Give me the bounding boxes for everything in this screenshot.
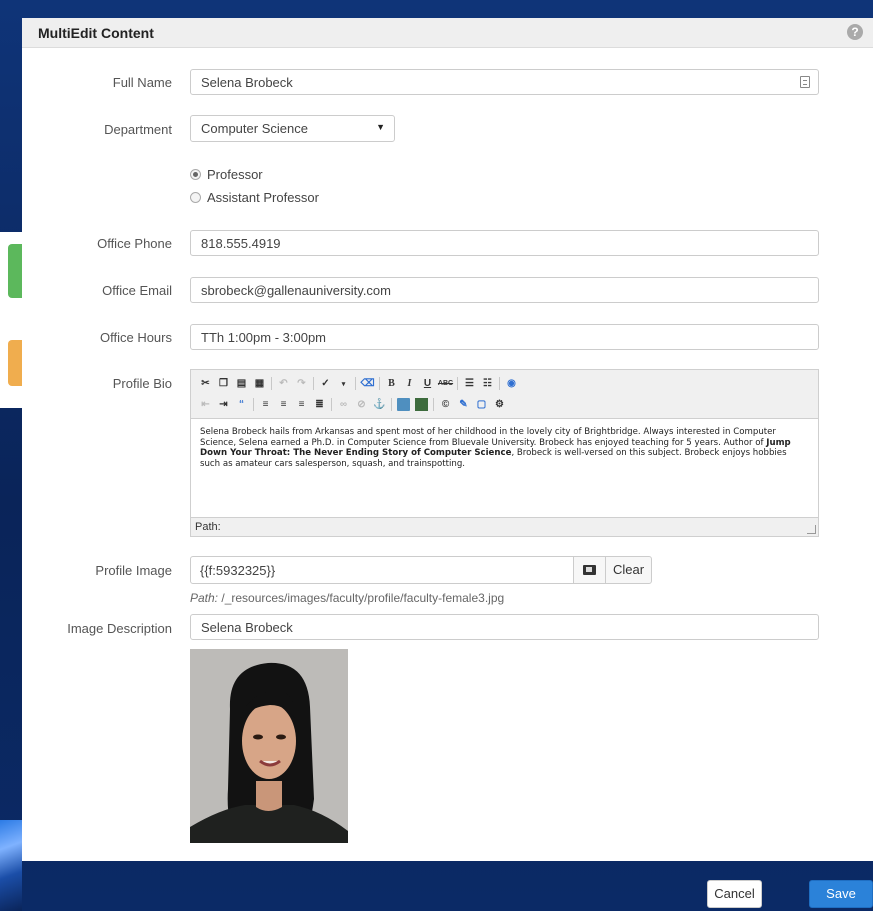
indent-icon[interactable]: ⇥ [217,398,230,411]
profile-image-group: {{f:5932325}} Clear [190,556,652,584]
toolbar-separator [313,377,314,390]
background-orange-tile [8,340,22,386]
toolbar-separator [457,377,458,390]
undo-icon[interactable]: ↶ [277,377,290,390]
strikethrough-icon[interactable]: ABC [438,377,453,390]
eraser-icon[interactable]: ⌫ [360,377,374,390]
toolbar-separator [331,398,332,411]
align-right-icon[interactable]: ≡ [295,398,308,411]
spellcheck-dropdown-icon[interactable]: ▾ [337,377,350,390]
toolbar-separator [271,377,272,390]
full-name-label: Full Name [112,75,172,90]
portrait-illustration [190,649,348,843]
paste-word-icon[interactable]: ▦ [253,377,266,390]
image-description-value: Selena Brobeck [201,620,293,635]
toolbar-separator [391,398,392,411]
clear-image-button[interactable]: Clear [605,556,652,584]
office-hours-value: TTh 1:00pm - 3:00pm [201,330,326,345]
cut-icon[interactable]: ✂ [199,377,212,390]
radio-professor[interactable]: Professor [190,167,263,182]
contact-card-icon[interactable] [800,76,810,88]
editor-toolbar: ✂ ❐ ▤ ▦ ↶ ↷ ✓ ▾ ⌫ B I U ABC ☰ ☷ ◉ ⇤ ⇥ “ … [191,370,818,419]
image-path: Path: /_resources/images/faculty/profile… [190,591,504,605]
unlink-icon[interactable]: ⊘ [355,398,368,411]
toolbar-separator [499,377,500,390]
save-button[interactable]: Save [809,880,873,908]
dropdown-arrow-icon: ▼ [376,122,385,132]
template-icon[interactable]: ⚙ [493,398,506,411]
bio-text-start: Selena Brobeck hails from Arkansas and s… [200,427,776,448]
toolbar-separator [433,398,434,411]
anchor-icon[interactable]: ⚓ [373,398,386,411]
office-hours-input[interactable]: TTh 1:00pm - 3:00pm [190,324,819,350]
image-path-prefix: Path: [190,591,219,605]
underline-icon[interactable]: U [421,377,434,390]
outdent-icon[interactable]: ⇤ [199,398,212,411]
paste-icon[interactable]: ▤ [235,377,248,390]
department-label: Department [104,122,172,137]
align-justify-icon[interactable]: ≣ [313,398,326,411]
office-email-input[interactable]: sbrobeck@gallenauniversity.com [190,277,819,303]
profile-image-value: {{f:5932325}} [200,563,276,578]
department-value: Computer Science [201,121,308,136]
image-path-value: /_resources/images/faculty/profile/facul… [218,591,505,605]
radio-unselected-icon[interactable] [190,192,201,203]
copy-icon[interactable]: ❐ [217,377,230,390]
align-left-icon[interactable]: ≡ [259,398,272,411]
toolbar-separator [253,398,254,411]
insert-media-icon[interactable] [415,398,428,411]
radio-assistant-professor[interactable]: Assistant Professor [190,190,319,205]
profile-image-input[interactable]: {{f:5932325}} [190,556,574,584]
office-email-value: sbrobeck@gallenauniversity.com [201,283,391,298]
radio-assistant-professor-label: Assistant Professor [207,190,319,205]
radio-selected-icon[interactable] [190,169,201,180]
redo-icon[interactable]: ↷ [295,377,308,390]
italic-icon[interactable]: I [403,377,416,390]
modal-header: MultiEdit Content ? [22,18,873,48]
cancel-button[interactable]: Cancel [707,880,762,908]
image-description-label: Image Description [67,621,172,636]
toolbar-separator [355,377,356,390]
toolbar-separator [379,377,380,390]
image-description-input[interactable]: Selena Brobeck [190,614,819,640]
office-email-label: Office Email [102,283,172,298]
editor-content[interactable]: Selena Brobeck hails from Arkansas and s… [191,419,818,516]
modal-title: MultiEdit Content [38,25,154,41]
profile-image-label: Profile Image [95,563,172,578]
resize-handle-icon[interactable] [807,525,816,534]
bullet-list-icon[interactable]: ☰ [463,377,476,390]
help-icon[interactable]: ◉ [505,377,518,390]
multiedit-modal: MultiEdit Content ? Full Name Selena Bro… [22,18,873,861]
cleanup-icon[interactable]: ✎ [457,398,470,411]
bold-icon[interactable]: B [385,377,398,390]
numbered-list-icon[interactable]: ☷ [481,377,494,390]
office-phone-label: Office Phone [97,236,172,251]
radio-professor-label: Professor [207,167,263,182]
background-logo-swoosh [0,820,22,911]
department-select[interactable]: Computer Science ▼ [190,115,395,142]
source-icon[interactable]: ▢ [475,398,488,411]
editor-path-bar: Path: [191,517,818,536]
toolbar-row-1: ✂ ❐ ▤ ▦ ↶ ↷ ✓ ▾ ⌫ B I U ABC ☰ ☷ ◉ [199,373,810,394]
profile-image-preview [190,649,348,843]
toolbar-row-2: ⇤ ⇥ “ ≡ ≡ ≡ ≣ ∞ ⊘ ⚓ © ✎ ▢ ⚙ [199,394,810,415]
copyright-icon[interactable]: © [439,398,452,411]
insert-image-icon[interactable] [397,398,410,411]
spellcheck-icon[interactable]: ✓ [319,377,332,390]
rich-text-editor[interactable]: ✂ ❐ ▤ ▦ ↶ ↷ ✓ ▾ ⌫ B I U ABC ☰ ☷ ◉ ⇤ ⇥ “ … [190,369,819,537]
link-icon[interactable]: ∞ [337,398,350,411]
blockquote-icon[interactable]: “ [235,398,248,411]
align-center-icon[interactable]: ≡ [277,398,290,411]
question-circle-icon[interactable]: ? [847,24,863,40]
background-green-tile [8,244,22,298]
full-name-input[interactable]: Selena Brobeck [190,69,819,95]
office-phone-input[interactable]: 818.555.4919 [190,230,819,256]
profile-bio-label: Profile Bio [112,376,172,391]
browse-image-button[interactable] [573,556,606,584]
image-icon [583,565,596,575]
office-phone-value: 818.555.4919 [201,236,281,251]
full-name-value: Selena Brobeck [201,75,293,90]
office-hours-label: Office Hours [99,330,172,345]
editor-path-label: Path: [195,521,221,533]
